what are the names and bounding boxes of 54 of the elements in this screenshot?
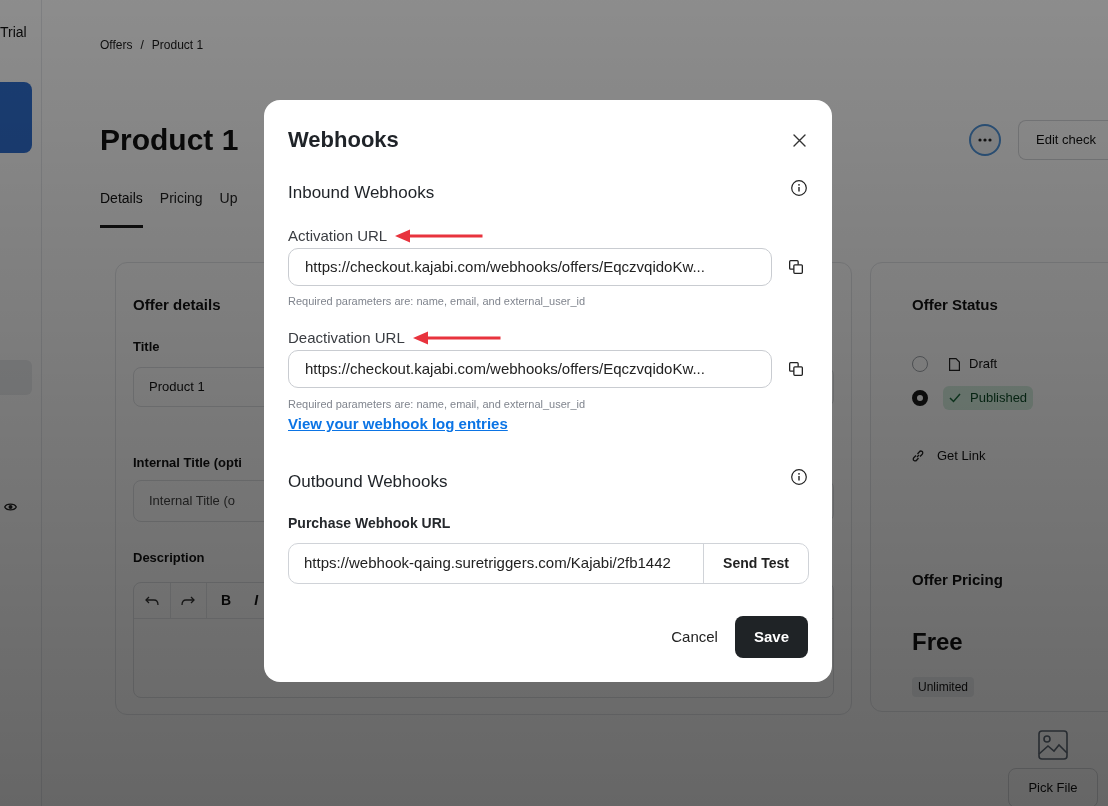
format-button[interactable]: I — [251, 590, 261, 611]
sidebar-label: Trial — [0, 23, 27, 42]
url-field[interactable]: https://checkout.kajabi.com/webhooks/offers/EqczvqidoKw... — [288, 350, 772, 388]
field-label: Purchase Webhook URL — [288, 514, 451, 533]
save-button[interactable]: Save — [734, 616, 808, 658]
pick-file-button[interactable]: Pick File — [1008, 768, 1098, 806]
get-link[interactable]: Get Link — [937, 448, 986, 464]
pricing-badge: Unlimited — [912, 677, 974, 697]
card-heading: Offer Pricing — [912, 570, 1003, 590]
tab[interactable]: Pricing — [159, 190, 203, 228]
image-icon — [1038, 730, 1068, 760]
cancel-button[interactable]: Cancel — [671, 616, 718, 658]
send-test-button[interactable]: Send Test — [703, 544, 808, 583]
breadcrumb-link[interactable]: Offers — [100, 37, 133, 53]
url-field[interactable]: https://webhook-qaing.suretriggers.com/Kajabi/2fb1442 — [289, 544, 703, 583]
copy-icon[interactable] — [789, 362, 803, 376]
tab[interactable]: Up — [219, 190, 238, 228]
url-field[interactable]: https://checkout.kajabi.com/webhooks/offers/EqczvqidoKw... — [288, 248, 772, 286]
card-heading: Offer details — [133, 295, 221, 315]
field-label: Description — [133, 549, 205, 567]
radio-button[interactable] — [912, 356, 928, 372]
promo-card — [0, 82, 32, 153]
close-icon[interactable] — [793, 133, 806, 147]
page-title: Product 1 — [100, 122, 239, 158]
more-options-icon[interactable] — [969, 124, 1001, 156]
helper-text: Required parameters are: name, email, and external_user_id — [288, 397, 586, 412]
info-icon[interactable] — [791, 180, 807, 196]
redo-icon[interactable] — [181, 595, 195, 606]
check-icon — [949, 393, 961, 403]
section-heading: Inbound Webhooks — [288, 182, 435, 204]
format-button[interactable]: B — [219, 590, 234, 611]
undo-icon[interactable] — [145, 595, 159, 606]
card-heading: Offer Status — [912, 295, 998, 315]
section-heading: Outbound Webhooks — [288, 471, 448, 493]
helper-text: Required parameters are: name, email, and external_user_id — [288, 294, 586, 309]
header-button[interactable]: Edit check — [1018, 120, 1108, 160]
field-label: Title — [133, 338, 160, 356]
status-label: Published — [970, 390, 1028, 406]
field-label: Activation URL — [288, 226, 388, 246]
document-icon — [949, 357, 960, 371]
info-icon[interactable] — [791, 469, 807, 485]
eye-icon[interactable] — [4, 502, 17, 512]
tab[interactable]: Details — [100, 190, 143, 228]
radio-button[interactable] — [912, 390, 928, 406]
webhook-log-link[interactable]: View your webhook log entries — [288, 414, 508, 434]
field-label: Deactivation URL — [288, 328, 405, 348]
breadcrumb-current: Product 1 — [151, 37, 204, 53]
field-label: Internal Title (opti — [133, 454, 242, 472]
link-icon — [912, 450, 924, 462]
price-text: Free — [912, 627, 963, 657]
breadcrumb-separator: / — [140, 37, 144, 53]
copy-icon[interactable] — [789, 260, 803, 274]
dialog-title: Webhooks — [288, 126, 399, 154]
status-label: Draft — [969, 356, 998, 372]
